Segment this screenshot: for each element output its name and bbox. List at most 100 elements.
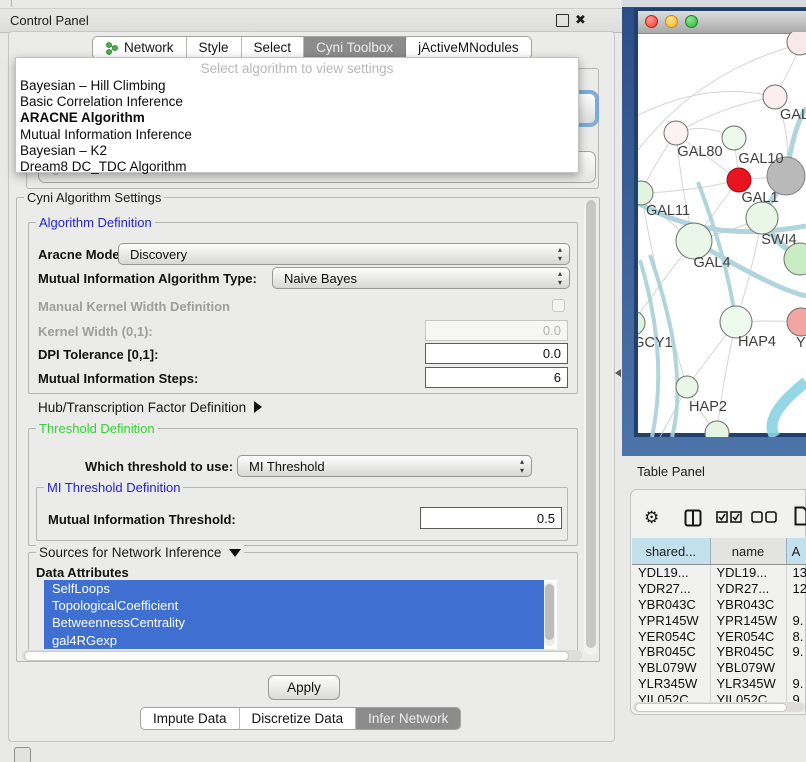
node-gcy1[interactable] xyxy=(638,311,645,335)
attribute-item[interactable]: BetweennessCentrality xyxy=(44,614,544,631)
cell[interactable]: YBL079W xyxy=(710,660,786,676)
dpi-tolerance-field[interactable]: 0.0 xyxy=(425,343,568,364)
cell[interactable]: 9. xyxy=(786,644,806,660)
cell[interactable]: YBR043C xyxy=(710,597,786,613)
cell[interactable]: YDR27... xyxy=(632,581,710,597)
split-columns-icon[interactable] xyxy=(684,509,702,527)
apply-button[interactable]: Apply xyxy=(268,675,340,700)
checked-pair-icon[interactable] xyxy=(716,511,742,523)
cell[interactable]: YBR045C xyxy=(632,644,710,660)
tab-jactivemnodules[interactable]: jActiveMNodules xyxy=(406,37,531,58)
table-row[interactable]: YBR043CYBR043C xyxy=(632,597,806,613)
table-hscrollbar-thumb[interactable] xyxy=(635,703,787,712)
tab-discretize-data[interactable]: Discretize Data xyxy=(240,708,357,729)
zoom-window-icon[interactable] xyxy=(685,15,698,28)
document-icon[interactable] xyxy=(794,506,806,526)
column-header-shared-name[interactable]: shared... xyxy=(632,538,710,565)
node-y[interactable] xyxy=(787,308,806,336)
algorithm-option[interactable]: Bayesian – K2 xyxy=(16,143,578,159)
node-gal1[interactable] xyxy=(727,168,751,192)
table-row[interactable]: YPR145WYPR145W9. xyxy=(632,612,806,628)
close-window-icon[interactable] xyxy=(645,15,658,28)
node-gal80[interactable] xyxy=(664,121,688,145)
manual-kernel-width-checkbox[interactable] xyxy=(552,299,565,312)
sources-title-text: Sources for Network Inference xyxy=(39,545,221,560)
algorithm-option[interactable]: Dream8 DC_TDC Algorithm xyxy=(16,159,578,175)
cell[interactable]: YDL19... xyxy=(632,565,710,581)
mi-steps-field[interactable]: 6 xyxy=(425,367,568,388)
table-hscrollbar-track[interactable] xyxy=(633,702,805,712)
close-panel-icon[interactable]: ✖ xyxy=(575,12,586,28)
cell[interactable] xyxy=(786,660,806,676)
attributes-scrollbar-thumb[interactable] xyxy=(545,584,554,640)
cell[interactable]: 8. xyxy=(786,628,806,644)
table-row[interactable]: YLR345WYLR345W9. xyxy=(632,676,806,692)
attribute-item[interactable]: gal4RGexp xyxy=(44,632,544,649)
node-gal4[interactable] xyxy=(676,223,712,259)
splitter-arrow-icon[interactable] xyxy=(615,369,621,377)
cell[interactable]: YER054C xyxy=(632,628,710,644)
tab-impute-data[interactable]: Impute Data xyxy=(141,708,240,729)
node-hap2[interactable] xyxy=(676,376,698,398)
settings-hscrollbar-thumb[interactable] xyxy=(24,651,569,661)
column-header-name[interactable]: name xyxy=(710,538,786,565)
gear-icon[interactable]: ⚙ xyxy=(644,508,659,528)
attribute-item[interactable]: TopologicalCoefficient xyxy=(44,597,544,614)
network-canvas[interactable]: GAL GAL80 GAL10 GAL1 GAL11 SWI4 GAL4 GCY… xyxy=(638,32,806,437)
table-row[interactable]: YDR27...YDR27...12 xyxy=(632,581,806,597)
minimized-panel-icon[interactable] xyxy=(14,747,31,762)
algorithm-option[interactable]: Basic Correlation Inference xyxy=(16,94,578,110)
table-row[interactable]: YDL19...YDL19...13 xyxy=(632,565,806,581)
node-gal[interactable] xyxy=(763,85,787,109)
cell[interactable]: YBR043C xyxy=(632,597,710,613)
node-gal10[interactable] xyxy=(722,126,746,150)
minimize-window-icon[interactable] xyxy=(665,15,678,28)
expand-arrow-icon[interactable] xyxy=(229,549,241,557)
attributes-scrollbar-track[interactable] xyxy=(544,582,555,646)
tab-discretize-data-label: Discretize Data xyxy=(252,711,344,726)
unchecked-pair-icon[interactable] xyxy=(751,511,777,523)
tab-network[interactable]: Network xyxy=(93,37,187,58)
settings-scrollbar-track[interactable] xyxy=(584,200,597,655)
algorithm-option[interactable]: Mutual Information Inference xyxy=(16,127,578,143)
cell[interactable]: YLR345W xyxy=(710,676,786,692)
algorithm-option[interactable]: Bayesian – Hill Climbing xyxy=(16,78,578,94)
node-gal11[interactable] xyxy=(638,181,653,205)
cell[interactable]: 9. xyxy=(786,676,806,692)
aracne-mode-combo[interactable]: Discovery ▴▾ xyxy=(118,243,570,265)
cell[interactable]: YPR145W xyxy=(632,612,710,628)
which-threshold-combo[interactable]: MI Threshold ▴▾ xyxy=(237,455,532,477)
mi-algorithm-type-combo[interactable]: Naive Bayes ▴▾ xyxy=(272,267,570,289)
settings-scrollbar-thumb[interactable] xyxy=(586,200,596,648)
cell[interactable]: YER054C xyxy=(710,628,786,644)
attribute-item[interactable]: SelfLoops xyxy=(44,580,544,597)
mi-threshold-field[interactable]: 0.5 xyxy=(420,507,562,529)
float-panel-icon[interactable] xyxy=(556,14,569,27)
cell[interactable]: YBR045C xyxy=(710,644,786,660)
kernel-width-field[interactable]: 0.0 xyxy=(425,320,568,341)
cell[interactable]: YDL19... xyxy=(710,565,786,581)
cell[interactable]: 13 xyxy=(786,565,806,581)
cell[interactable] xyxy=(786,597,806,613)
cell[interactable]: YLR345W xyxy=(632,676,710,692)
settings-hscrollbar-track[interactable] xyxy=(22,650,582,661)
hub-definition-toggle[interactable]: Hub/Transcription Factor Definition xyxy=(38,400,262,415)
algorithm-option-selected[interactable]: ARACNE Algorithm xyxy=(16,110,578,126)
node[interactable] xyxy=(787,32,806,55)
table-row[interactable]: YER054CYER054C8. xyxy=(632,628,806,644)
tab-infer-network[interactable]: Infer Network xyxy=(356,708,460,729)
table-row[interactable]: YBL079WYBL079W xyxy=(632,660,806,676)
column-header-partial[interactable]: A xyxy=(786,538,806,565)
node-swi4[interactable] xyxy=(746,202,778,234)
tab-select[interactable]: Select xyxy=(242,37,305,58)
cell[interactable]: YBL079W xyxy=(632,660,710,676)
network-window-titlebar[interactable] xyxy=(638,11,806,34)
cell[interactable]: YDR27... xyxy=(710,581,786,597)
cell[interactable]: 12 xyxy=(786,581,806,597)
tab-cyni-toolbox[interactable]: Cyni Toolbox xyxy=(304,37,406,58)
cell[interactable]: 9. xyxy=(786,612,806,628)
table-row[interactable]: YBR045CYBR045C9. xyxy=(632,644,806,660)
collapse-arrow-icon[interactable] xyxy=(254,401,262,413)
tab-style[interactable]: Style xyxy=(187,37,242,58)
cell[interactable]: YPR145W xyxy=(710,612,786,628)
